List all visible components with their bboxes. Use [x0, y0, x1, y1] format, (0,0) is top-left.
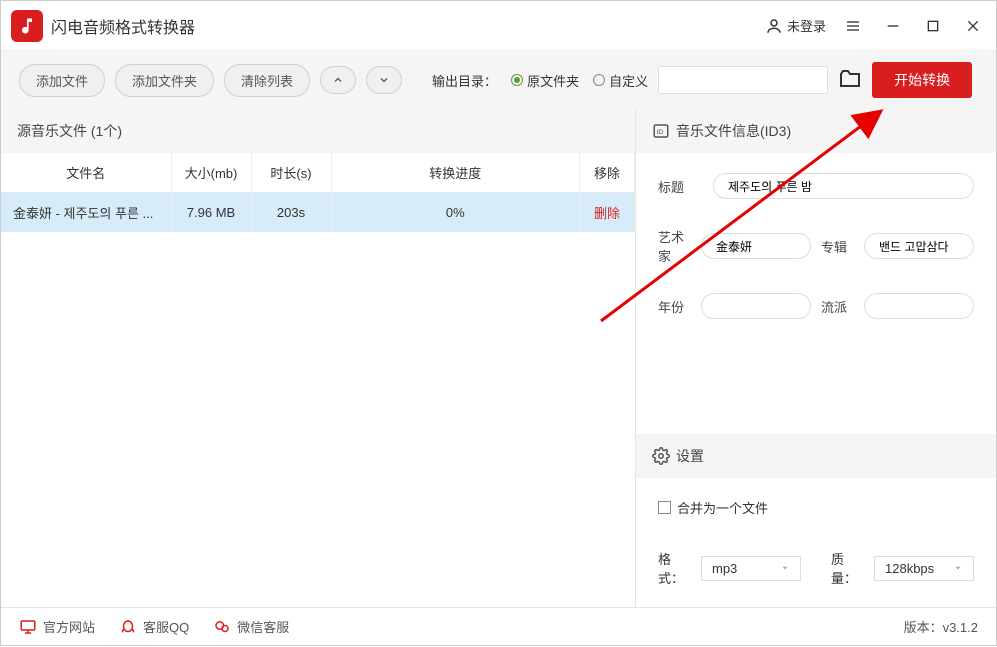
menu-icon[interactable]	[840, 13, 866, 39]
label-artist: 艺术家	[658, 227, 691, 265]
start-convert-button[interactable]: 开始转换	[872, 62, 972, 98]
radio-custom-folder[interactable]: 自定义	[593, 71, 648, 90]
qq-support-text: 客服QQ	[143, 617, 189, 636]
file-list-header: 源音乐文件 (1个)	[1, 109, 635, 153]
settings-header-text: 设置	[676, 446, 704, 466]
quality-select[interactable]: 128kbps	[874, 556, 974, 581]
chevron-down-icon	[953, 563, 963, 573]
info-header-text: 音乐文件信息(ID3)	[676, 121, 791, 141]
radio-icon	[511, 74, 523, 86]
delete-row-button[interactable]: 删除	[594, 206, 620, 221]
info-header: ID 音乐文件信息(ID3)	[636, 109, 996, 153]
official-site-text: 官方网站	[43, 617, 95, 636]
format-value: mp3	[712, 561, 737, 576]
label-album: 专辑	[821, 237, 854, 256]
add-folder-button[interactable]: 添加文件夹	[115, 64, 214, 97]
wechat-support-text: 微信客服	[237, 617, 289, 636]
output-label: 输出目录：	[432, 71, 497, 90]
official-site-link[interactable]: 官方网站	[19, 617, 95, 636]
close-icon[interactable]	[960, 13, 986, 39]
checkbox-icon	[658, 501, 671, 514]
cell-size: 7.96 MB	[171, 193, 251, 233]
input-genre[interactable]	[864, 293, 974, 319]
qq-icon	[119, 618, 137, 636]
move-down-button[interactable]	[366, 66, 402, 94]
toolbar: 添加文件 添加文件夹 清除列表 输出目录： 原文件夹 自定义 开始转换	[1, 51, 996, 109]
chevron-down-icon	[780, 563, 790, 573]
col-remove: 移除	[580, 153, 635, 193]
col-duration: 时长(s)	[251, 153, 331, 193]
cell-duration: 203s	[251, 193, 331, 233]
move-up-button[interactable]	[320, 66, 356, 94]
label-year: 年份	[658, 297, 691, 316]
info-panel: ID 音乐文件信息(ID3) 标题 艺术家 专辑 年份 流派 设置	[636, 109, 996, 607]
col-filename: 文件名	[1, 153, 171, 193]
col-progress: 转换进度	[331, 153, 580, 193]
clear-list-button[interactable]: 清除列表	[224, 64, 310, 97]
input-album[interactable]	[864, 233, 974, 259]
qq-support-link[interactable]: 客服QQ	[119, 617, 189, 636]
cell-filename: 金泰妍 - 제주도의 푸른 ...	[1, 193, 171, 233]
monitor-icon	[19, 618, 37, 636]
radio-icon	[593, 74, 605, 86]
col-size: 大小(mb)	[171, 153, 251, 193]
format-select[interactable]: mp3	[701, 556, 801, 581]
main-area: 源音乐文件 (1个) 文件名 大小(mb) 时长(s) 转换进度 移除 金泰妍 …	[1, 109, 996, 607]
version-text: 版本：v3.1.2	[904, 617, 978, 636]
settings-header: 设置	[636, 434, 996, 478]
svg-text:ID: ID	[657, 129, 664, 136]
id3-icon: ID	[652, 122, 670, 140]
quality-value: 128kbps	[885, 561, 934, 576]
quality-label: 质量：	[831, 549, 866, 587]
maximize-icon[interactable]	[920, 13, 946, 39]
add-file-button[interactable]: 添加文件	[19, 64, 105, 97]
minimize-icon[interactable]	[880, 13, 906, 39]
file-list-panel: 源音乐文件 (1个) 文件名 大小(mb) 时长(s) 转换进度 移除 金泰妍 …	[1, 109, 636, 607]
table-row[interactable]: 金泰妍 - 제주도의 푸른 ... 7.96 MB 203s 0% 删除	[1, 193, 635, 233]
radio-custom-label: 自定义	[609, 71, 648, 90]
cell-progress: 0%	[331, 193, 580, 233]
merge-label: 合并为一个文件	[677, 498, 768, 517]
app-title: 闪电音频格式转换器	[51, 14, 765, 38]
input-title[interactable]	[713, 173, 974, 199]
output-path-input[interactable]	[658, 66, 828, 94]
footer: 官方网站 客服QQ 微信客服 版本：v3.1.2	[1, 607, 996, 645]
file-table: 文件名 大小(mb) 时长(s) 转换进度 移除 金泰妍 - 제주도의 푸른 .…	[1, 153, 635, 232]
wechat-icon	[213, 618, 231, 636]
browse-folder-icon[interactable]	[838, 67, 862, 94]
titlebar: 闪电音频格式转换器 未登录	[1, 1, 996, 51]
radio-original-folder[interactable]: 原文件夹	[511, 71, 579, 90]
login-button[interactable]: 未登录	[765, 16, 826, 35]
radio-original-label: 原文件夹	[527, 71, 579, 90]
gear-icon	[652, 447, 670, 465]
label-genre: 流派	[821, 297, 854, 316]
format-label: 格式：	[658, 549, 693, 587]
input-artist[interactable]	[701, 233, 811, 259]
settings-body: 合并为一个文件 格式： mp3 质量： 128kbps	[636, 478, 996, 607]
app-logo	[11, 10, 43, 42]
input-year[interactable]	[701, 293, 811, 319]
wechat-support-link[interactable]: 微信客服	[213, 617, 289, 636]
merge-checkbox[interactable]: 合并为一个文件	[658, 498, 974, 517]
label-title: 标题	[658, 177, 703, 196]
info-body: 标题 艺术家 专辑 年份 流派	[636, 153, 996, 434]
login-text: 未登录	[787, 16, 826, 35]
